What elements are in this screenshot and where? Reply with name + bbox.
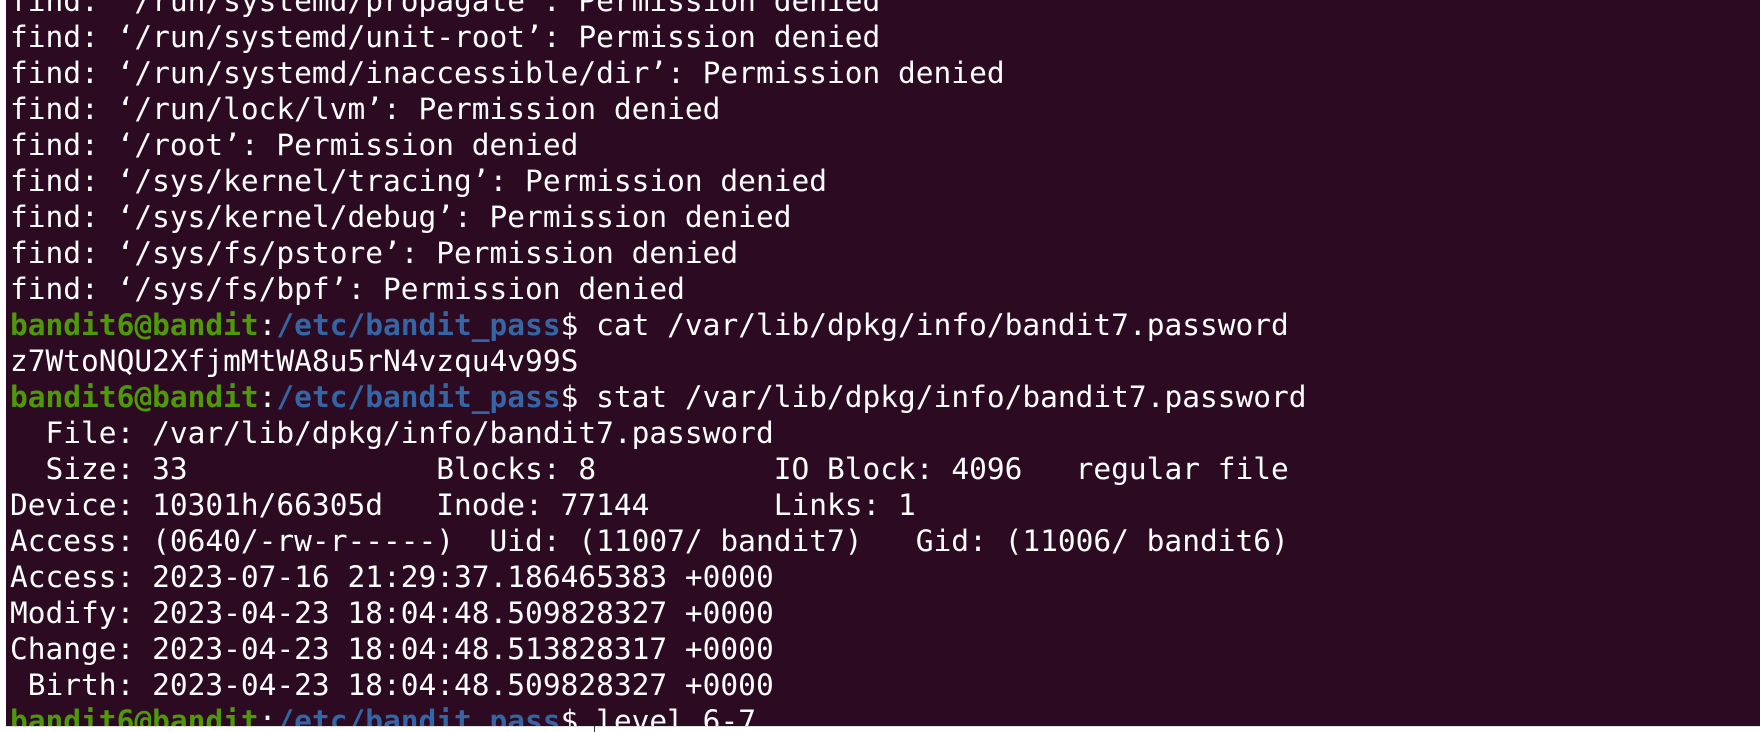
terminal-output: find: ‘/run/systemd/propagate’: Permissi… (10, 0, 1307, 727)
prompt-dollar: $ (560, 704, 579, 727)
command-text: stat /var/lib/dpkg/info/bandit7.password (578, 380, 1307, 414)
output-line: find: ‘/run/systemd/unit-root’: Permissi… (10, 20, 881, 54)
stat-access-time-line: Access: 2023-07-16 21:29:37.186465383 +0… (10, 560, 774, 594)
prompt-user: bandit6@bandit (10, 308, 259, 342)
prompt-dollar: $ (560, 308, 579, 342)
password-output-line: z7WtoNQU2XfjmMtWA8u5rN4vzqu4v99S (10, 344, 579, 378)
prompt-colon: : (258, 380, 277, 414)
output-line: find: ‘/sys/kernel/tracing’: Permission … (10, 164, 827, 198)
stat-permissions-line: Access: (0640/-rw-r-----) Uid: (11007/ b… (10, 524, 1289, 558)
output-line: find: ‘/run/lock/lvm’: Permission denied (10, 92, 721, 126)
command-input[interactable]: level 6-7 (578, 704, 756, 726)
output-line: find: ‘/sys/fs/bpf’: Permission denied (10, 272, 685, 306)
prompt-path: /etc/bandit_pass (276, 308, 561, 342)
prompt-user: bandit6@bandit (10, 380, 259, 414)
command-text: cat /var/lib/dpkg/info/bandit7.password (578, 308, 1289, 342)
stat-birth-time-line: Birth: 2023-04-23 18:04:48.509828327 +00… (10, 668, 774, 702)
prompt-colon: : (258, 308, 277, 342)
stat-change-time-line: Change: 2023-04-23 18:04:48.513828317 +0… (10, 632, 774, 666)
stat-device-line: Device: 10301h/66305d Inode: 77144 Links… (10, 488, 916, 522)
output-line: find: ‘/run/systemd/propagate’: Permissi… (10, 0, 881, 18)
mouse-text-cursor (594, 726, 595, 732)
output-line: find: ‘/sys/kernel/debug’: Permission de… (10, 200, 792, 234)
output-line: find: ‘/run/systemd/inaccessible/dir’: P… (10, 56, 1005, 90)
prompt-line: bandit6@bandit:/etc/bandit_pass$ stat /v… (10, 379, 1307, 415)
prompt-line: bandit6@bandit:/etc/bandit_pass$ cat /va… (10, 307, 1307, 343)
stat-size-line: Size: 33 Blocks: 8 IO Block: 4096 regula… (10, 452, 1289, 486)
stat-modify-time-line: Modify: 2023-04-23 18:04:48.509828327 +0… (10, 596, 774, 630)
prompt-user: bandit6@bandit (10, 704, 259, 727)
stat-file-line: File: /var/lib/dpkg/info/bandit7.passwor… (10, 416, 774, 450)
terminal-window[interactable]: find: ‘/run/systemd/propagate’: Permissi… (6, 0, 1760, 727)
output-line: find: ‘/root’: Permission denied (10, 128, 579, 162)
output-line: find: ‘/sys/fs/pstore’: Permission denie… (10, 236, 739, 270)
prompt-dollar: $ (560, 380, 579, 414)
prompt-colon: : (258, 704, 277, 727)
prompt-path: /etc/bandit_pass (276, 704, 561, 727)
prompt-line[interactable]: bandit6@bandit:/etc/bandit_pass$ level 6… (10, 703, 1307, 727)
prompt-path: /etc/bandit_pass (276, 380, 561, 414)
